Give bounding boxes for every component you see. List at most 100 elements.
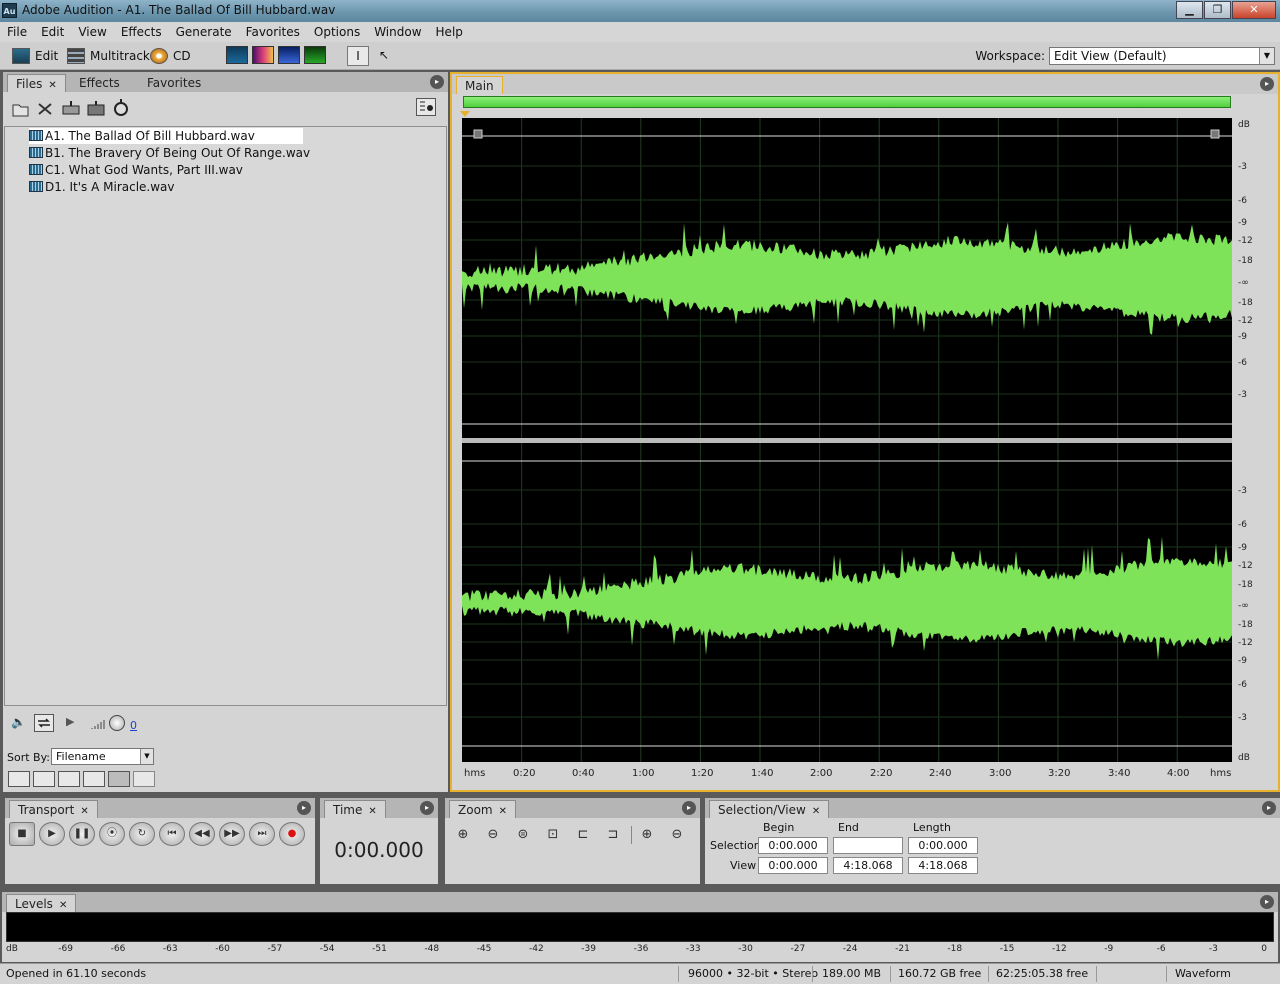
edit-file-icon[interactable] [111, 98, 131, 116]
panel-menu-icon[interactable]: ▸ [297, 801, 311, 815]
close-icon[interactable]: ✕ [499, 806, 507, 817]
zoom-to-right-edge-icon[interactable]: ⊐ [603, 826, 623, 844]
panel-menu-icon[interactable]: ▸ [420, 801, 434, 815]
view-begin-field[interactable]: 0:00.000 [758, 857, 828, 874]
menu-effects[interactable]: Effects [114, 25, 169, 39]
sort-by-dropdown[interactable]: Filename ▼ [51, 748, 154, 765]
close-icon[interactable]: ✕ [812, 806, 820, 817]
show-audio-files-icon[interactable] [8, 771, 30, 787]
show-clip-files-icon[interactable] [133, 771, 155, 787]
tab-zoom[interactable]: Zoom ✕ [449, 800, 516, 818]
fade-in-handle[interactable] [473, 129, 483, 139]
close-icon[interactable]: ✕ [368, 806, 376, 817]
tab-favorites[interactable]: Favorites [139, 74, 209, 92]
playhead-marker-icon[interactable] [460, 111, 470, 117]
spectral-display-button[interactable] [252, 46, 274, 64]
menu-generate[interactable]: Generate [169, 25, 239, 39]
show-midi-files-icon[interactable] [83, 771, 105, 787]
waveform-display-button[interactable] [226, 46, 248, 64]
file-item[interactable]: B1. The Bravery Of Being Out Of Range.wa… [29, 145, 310, 161]
menu-window[interactable]: Window [367, 25, 428, 39]
time-selection-tool-icon[interactable]: I [347, 46, 369, 66]
tab-effects[interactable]: Effects [71, 74, 128, 92]
close-icon[interactable]: ✕ [80, 806, 88, 817]
menu-file[interactable]: File [0, 25, 34, 39]
view-end-field[interactable]: 4:18.068 [833, 857, 903, 874]
tab-transport-label: Transport [18, 803, 75, 817]
menu-options[interactable]: Options [307, 25, 367, 39]
hybrid-tool-icon[interactable]: ↖ [373, 46, 395, 66]
zoom-out-full-icon[interactable]: ⊜ [513, 826, 533, 844]
menu-favorites[interactable]: Favorites [239, 25, 307, 39]
view-length-field[interactable]: 4:18.068 [908, 857, 978, 874]
tab-levels[interactable]: Levels ✕ [6, 894, 77, 912]
close-file-icon[interactable] [36, 100, 56, 118]
loop-icon[interactable] [34, 714, 54, 732]
close-icon[interactable]: ✕ [59, 900, 67, 911]
play-button[interactable]: ▶ [39, 822, 65, 846]
fade-out-handle[interactable] [1210, 129, 1220, 139]
zoom-in-vertical-icon[interactable]: ⊕ [637, 826, 657, 844]
go-to-start-button[interactable]: ⏮ [159, 822, 185, 846]
rewind-button[interactable]: ◀◀ [189, 822, 215, 846]
tab-time[interactable]: Time ✕ [324, 800, 386, 818]
pause-button[interactable]: ❚❚ [69, 822, 95, 846]
tab-files[interactable]: Files ✕ [7, 74, 66, 92]
play-from-cursor-button[interactable]: ⦿ [99, 822, 125, 846]
zoom-out-vertical-icon[interactable]: ⊖ [667, 826, 687, 844]
spectral-pitch-button[interactable] [278, 46, 300, 64]
phase-display-button[interactable] [304, 46, 326, 64]
zoom-in-horizontal-icon[interactable]: ⊕ [453, 826, 473, 844]
status-bar: Opened in 61.10 seconds 96000 • 32-bit •… [0, 963, 1280, 984]
zoom-to-selection-icon[interactable]: ⊡ [543, 826, 563, 844]
file-item[interactable]: A1. The Ballad Of Bill Hubbard.wav [29, 128, 303, 144]
selection-end-field[interactable] [833, 837, 903, 854]
cd-view-button[interactable]: CD [150, 46, 191, 66]
record-button[interactable]: ● [279, 822, 305, 846]
menu-view[interactable]: View [71, 25, 113, 39]
workspace-dropdown[interactable]: Edit View (Default) ▼ [1049, 47, 1275, 65]
tab-transport[interactable]: Transport ✕ [9, 800, 98, 818]
fast-forward-button[interactable]: ▶▶ [219, 822, 245, 846]
speaker-icon[interactable]: 🔈 [11, 715, 31, 733]
file-item[interactable]: C1. What God Wants, Part III.wav [29, 162, 243, 178]
waveform-display[interactable] [462, 118, 1238, 762]
tab-selection-view[interactable]: Selection/View ✕ [709, 800, 830, 818]
show-video-files-icon[interactable] [58, 771, 80, 787]
volume-knob[interactable] [109, 715, 125, 731]
close-button[interactable]: ✕ [1232, 1, 1276, 19]
open-file-icon[interactable] [11, 100, 31, 118]
panel-menu-icon[interactable]: ▸ [1260, 895, 1274, 909]
edit-view-button[interactable]: Edit [12, 46, 58, 66]
volume-value[interactable]: 0 [130, 719, 137, 732]
stop-button[interactable]: ■ [9, 822, 35, 846]
levels-tick-label: -33 [685, 944, 701, 954]
files-list[interactable]: A1. The Ballad Of Bill Hubbard.wav B1. T… [4, 126, 447, 706]
show-cue-files-icon[interactable] [108, 771, 130, 787]
zoom-to-left-edge-icon[interactable]: ⊏ [573, 826, 593, 844]
time-ruler[interactable]: hms 0:20 0:40 1:00 1:20 1:40 2:00 2:20 2… [462, 763, 1232, 785]
menu-help[interactable]: Help [429, 25, 470, 39]
loop-button[interactable]: ↻ [129, 822, 155, 846]
play-preview-icon[interactable]: ▶ [66, 715, 86, 733]
selection-length-field[interactable]: 0:00.000 [908, 837, 978, 854]
panel-menu-icon[interactable]: ▸ [1260, 77, 1274, 91]
show-loop-files-icon[interactable] [33, 771, 55, 787]
minimize-button[interactable]: ▁ [1176, 1, 1203, 19]
tab-main[interactable]: Main [456, 76, 503, 94]
panel-menu-icon[interactable]: ▸ [682, 801, 696, 815]
maximize-button[interactable]: ❐ [1204, 1, 1231, 19]
panel-menu-icon[interactable]: ▸ [1262, 801, 1276, 815]
panel-menu-icon[interactable]: ▸ [430, 75, 444, 89]
selection-begin-field[interactable]: 0:00.000 [758, 837, 828, 854]
multitrack-view-button[interactable]: Multitrack [67, 46, 150, 66]
insert-into-multitrack-icon[interactable] [61, 100, 81, 118]
zoom-navigator-bar[interactable] [463, 96, 1231, 108]
show-options-icon[interactable] [416, 98, 436, 116]
zoom-out-horizontal-icon[interactable]: ⊖ [483, 826, 503, 844]
insert-into-cd-icon[interactable] [86, 100, 106, 118]
go-to-end-button[interactable]: ⏭ [249, 822, 275, 846]
close-icon[interactable]: ✕ [48, 80, 56, 91]
file-item[interactable]: D1. It's A Miracle.wav [29, 179, 175, 195]
menu-edit[interactable]: Edit [34, 25, 71, 39]
